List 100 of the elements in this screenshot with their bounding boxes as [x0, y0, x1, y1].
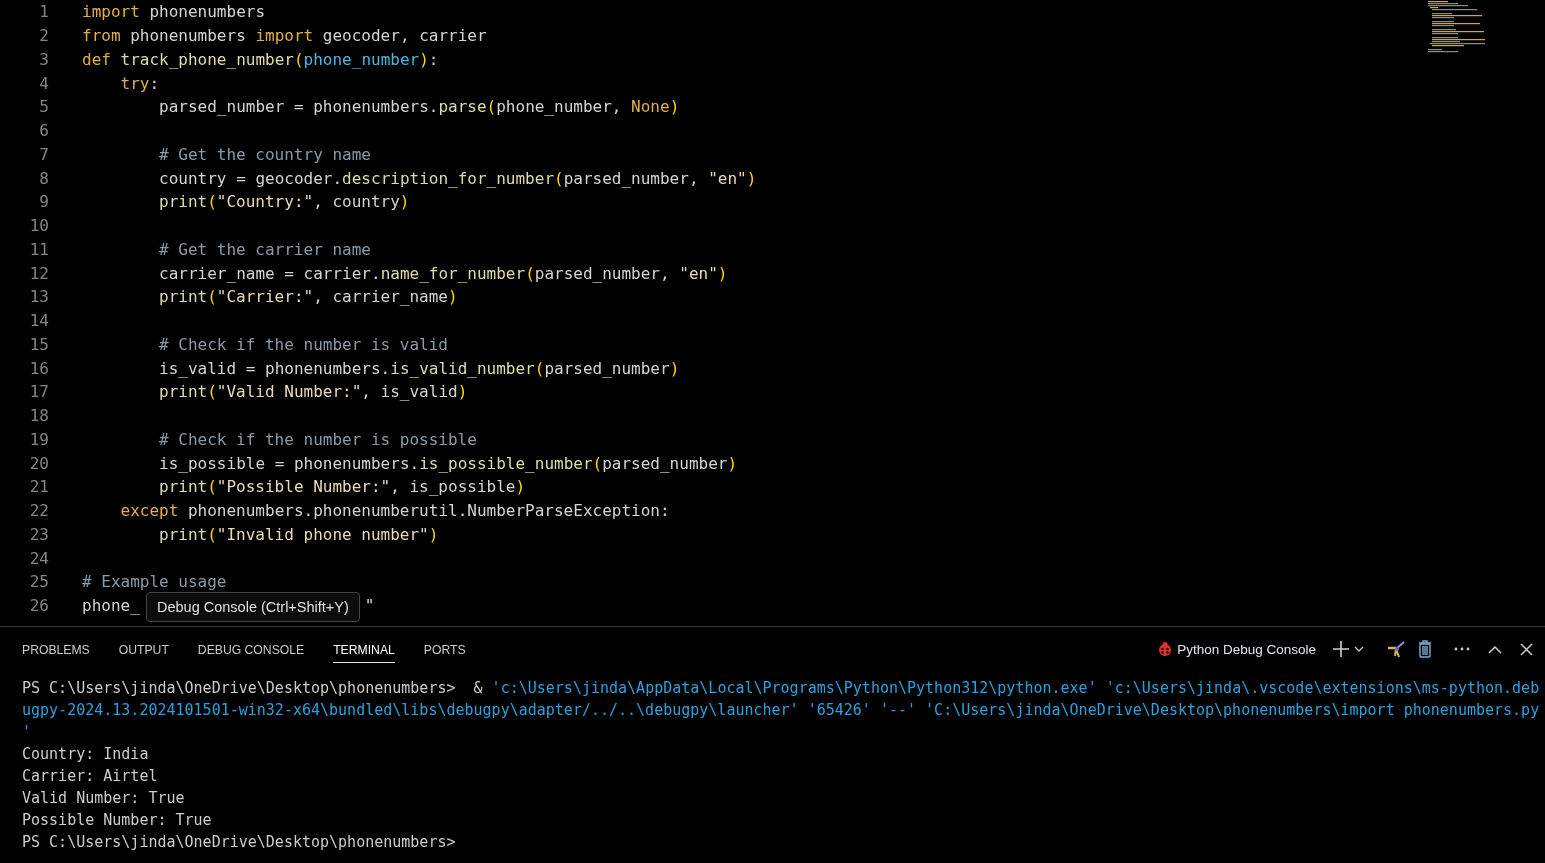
code-token: )	[419, 49, 429, 69]
panel-tab[interactable]: TERMINAL	[333, 637, 395, 663]
line-number: 2	[38, 26, 49, 46]
code-token: from	[82, 26, 121, 46]
code-comment: # Check if the number is valid	[159, 334, 448, 354]
chevron-down-icon[interactable]	[1354, 645, 1364, 653]
code-token: :	[428, 49, 439, 69]
code-token: parse	[438, 97, 487, 117]
line-number: 10	[28, 216, 49, 236]
code-comment: # Example usage	[82, 572, 227, 592]
code-token: is_valid = phonenumbers.	[158, 358, 391, 378]
code-token: (	[525, 263, 535, 283]
code-token: phonenumbers	[148, 2, 266, 22]
code-token: parsed_number,	[563, 168, 700, 188]
code-token: parsed_number	[602, 453, 728, 473]
code-token: print	[159, 382, 208, 402]
code-token: )	[428, 524, 439, 544]
code-token: , carrier_name	[313, 287, 448, 307]
tooltip: Debug Console (Ctrl+Shift+Y)	[146, 592, 360, 622]
code-token: "Possible Number:"	[216, 477, 391, 497]
code-token: phone_number,	[496, 97, 623, 117]
code-token: (	[207, 382, 217, 402]
code-token: (	[534, 358, 545, 378]
code-comment: # Get the country name	[159, 144, 371, 164]
code-token: phone_	[82, 596, 140, 616]
line-number: 7	[38, 144, 49, 164]
line-number: 13	[28, 287, 49, 307]
bug-icon	[1157, 641, 1174, 657]
code-token: )	[457, 382, 468, 402]
code-token: "en"	[708, 168, 747, 188]
more-icon[interactable]	[1454, 647, 1470, 651]
line-number: 5	[38, 97, 49, 117]
code-token: :	[149, 73, 160, 93]
code-token: try	[120, 73, 150, 93]
panel-tab[interactable]: PORTS	[423, 637, 466, 663]
code-token: print	[159, 287, 208, 307]
code-token: phone_number	[303, 49, 420, 69]
code-token: is_valid_number	[390, 358, 535, 378]
code-token: (	[207, 192, 217, 212]
close-icon[interactable]	[1520, 642, 1533, 656]
launch-icon[interactable]	[1386, 639, 1406, 659]
terminal-command: PS C:\Users\jinda\OneDrive\Desktop\phonenumbers> & 'c:\Users\jinda\AppData\Local\Programs\Python\Python312\python.exe' 'c:\Users\jinda\.vscode\extensions\ms-python.debugpy-2024.13.2024101501-win32-x64\bundled\libs\debugpy\adapter/../..\debugpy\launcher' '65426' '--' 'C:\Users\jinda\OneDrive\Desktop\phonenumbers\import phonenumbers.py '	[22, 678, 1541, 743]
code-token: (	[592, 453, 603, 473]
code-token: print	[159, 192, 208, 212]
code-token: except	[120, 501, 179, 521]
code-token: "Invalid phone number"	[216, 524, 429, 544]
line-number: 16	[28, 358, 49, 378]
code-token: )	[515, 477, 526, 497]
line-number: 22	[28, 501, 49, 521]
chevron-up-icon[interactable]	[1488, 644, 1502, 654]
code-comment: # Get the carrier name	[159, 239, 371, 259]
code-token: "en"	[679, 263, 718, 283]
trash-icon[interactable]	[1418, 640, 1432, 658]
code-token: "Valid Number:"	[216, 382, 362, 402]
panel-tab[interactable]: OUTPUT	[118, 637, 169, 663]
line-number: 19	[28, 429, 49, 449]
terminal-line: Carrier: Airtel	[22, 767, 158, 785]
code-token: track_phone_number	[119, 49, 294, 69]
terminal-line: PS C:\Users\jinda\OneDrive\Desktop\phonenumbers>	[22, 833, 456, 851]
terminal-line: Possible Number: True	[22, 811, 212, 829]
code-token: "	[364, 596, 375, 616]
code-token: , is_possible	[390, 477, 516, 497]
line-number: 21	[28, 477, 49, 497]
line-number: 11	[28, 239, 49, 259]
code-token: print	[159, 524, 208, 544]
code-token: "Country:"	[216, 192, 314, 212]
panel-tab[interactable]: PROBLEMS	[22, 637, 90, 663]
plus-icon[interactable]	[1332, 640, 1350, 658]
panel-tab[interactable]: DEBUG CONSOLE	[197, 637, 305, 663]
line-number: 1	[38, 2, 49, 22]
code-token: parsed_number,	[534, 263, 671, 283]
line-number: 14	[28, 311, 49, 331]
code-token: phonenumbers	[129, 26, 247, 46]
line-number: 3	[38, 49, 49, 69]
code-token: )	[746, 168, 757, 188]
code-token: import	[82, 2, 140, 22]
code-token: , country	[313, 192, 400, 212]
code-token: is_possible = phonenumbers.	[158, 453, 420, 473]
code-token: description_for_number	[342, 168, 554, 188]
code-token: (	[207, 477, 217, 497]
code-token: name_for_number	[380, 263, 526, 283]
code-token: (	[554, 168, 564, 188]
code-comment: # Check if the number is possible	[159, 429, 477, 449]
code-token: carrier_name = carrier.	[158, 263, 381, 283]
line-number: 12	[28, 263, 49, 283]
code-token: )	[669, 358, 680, 378]
code-token: country = geocoder.	[158, 168, 343, 188]
code-token: , is_valid	[361, 382, 458, 402]
code-token: parsed_number	[544, 358, 670, 378]
code-token: (	[207, 524, 217, 544]
line-number: 24	[28, 548, 49, 568]
terminal-line: Valid Number: True	[22, 789, 185, 807]
line-number: 8	[38, 168, 49, 188]
code-token: geocoder, carrier	[321, 26, 487, 46]
terminal-name[interactable]: Python Debug Console	[1177, 641, 1316, 657]
code-token: parsed_number = phonenumbers.	[158, 97, 439, 117]
terminal-line: Country: India	[22, 745, 149, 763]
line-number: 18	[28, 406, 49, 426]
code-token: )	[717, 263, 728, 283]
code-token: )	[669, 97, 680, 117]
